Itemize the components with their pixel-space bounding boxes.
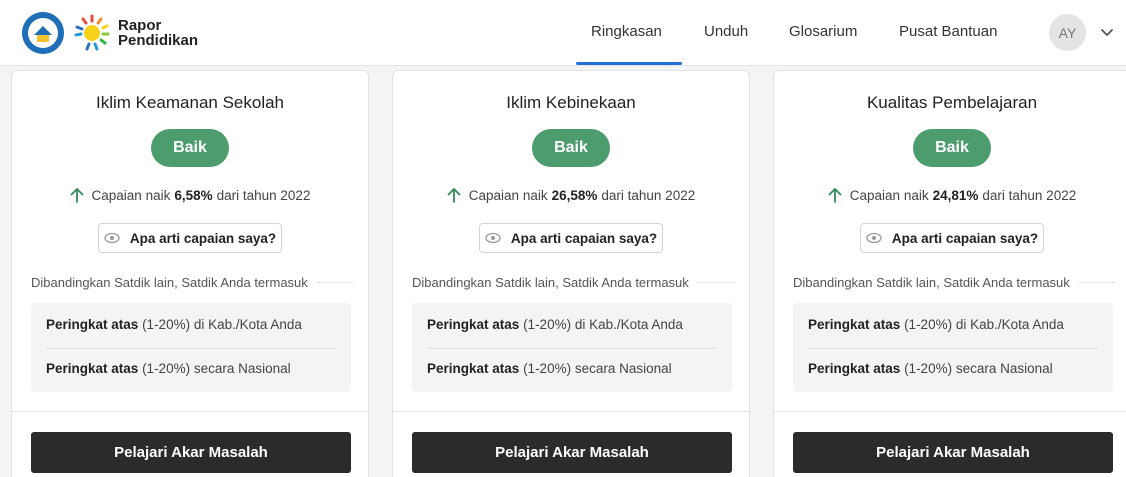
status-badge: Baik [532, 129, 610, 167]
divider [1077, 282, 1116, 283]
trend-line: Capaian naik 24,81% dari tahun 2022 [774, 187, 1126, 203]
brand-name: Rapor Pendidikan [118, 18, 198, 48]
metric-card-iklim-kebinekaan: Iklim Kebinekaan Baik Capaian naik 26,58… [392, 70, 750, 477]
avatar[interactable]: AY [1049, 14, 1086, 51]
trend-line: Capaian naik 6,58% dari tahun 2022 [12, 187, 368, 203]
eye-icon [866, 232, 882, 244]
status-badge: Baik [151, 129, 229, 167]
root-cause-button[interactable]: Pelajari Akar Masalah [412, 432, 732, 473]
arrow-up-icon [828, 188, 842, 203]
eye-icon [485, 232, 501, 244]
rank-regional: Peringkat atas (1-20%) di Kab./Kota Anda [808, 317, 1064, 332]
trend-suffix: dari tahun 2022 [216, 187, 311, 203]
comparison-label: Dibandingkan Satdik lain, Satdik Anda te… [793, 275, 1070, 290]
metric-card-kualitas-pembelajaran: Kualitas Pembelajaran Baik Capaian naik … [773, 70, 1126, 477]
rank-regional: Peringkat atas (1-20%) di Kab./Kota Anda [427, 317, 683, 332]
divider [393, 411, 749, 412]
divider [696, 282, 735, 283]
root-cause-button[interactable]: Pelajari Akar Masalah [31, 432, 351, 473]
sun-logo-icon [72, 13, 112, 53]
trend-prefix: Capaian naik [849, 187, 929, 203]
trend-value: 26,58% [551, 187, 598, 203]
ranking-box: Peringkat atas (1-20%) di Kab./Kota Anda… [793, 303, 1113, 392]
trend-value: 24,81% [932, 187, 979, 203]
info-button-label: Apa arti capaian saya? [891, 230, 1039, 246]
comparison-heading: Dibandingkan Satdik lain, Satdik Anda te… [793, 275, 1116, 290]
arrow-up-icon [70, 188, 83, 203]
divider [808, 348, 1098, 349]
rank-national-bold: Peringkat atas [427, 361, 520, 376]
eye-icon [104, 232, 120, 244]
rank-national-rest: (1-20%) secara Nasional [904, 361, 1053, 376]
divider [774, 411, 1126, 412]
active-tab-indicator [576, 62, 682, 65]
trend-line: Capaian naik 26,58% dari tahun 2022 [393, 187, 749, 203]
rank-national-rest: (1-20%) secara Nasional [523, 361, 672, 376]
card-title: Iklim Kebinekaan [506, 93, 636, 112]
rank-regional-rest: (1-20%) di Kab./Kota Anda [523, 317, 683, 332]
brand-line-2: Pendidikan [118, 32, 199, 49]
info-button-label: Apa arti capaian saya? [510, 230, 658, 246]
divider [46, 348, 336, 349]
comparison-heading: Dibandingkan Satdik lain, Satdik Anda te… [31, 275, 354, 290]
rank-regional-bold: Peringkat atas [427, 317, 520, 332]
info-button[interactable]: Apa arti capaian saya? [860, 223, 1044, 253]
divider [315, 282, 354, 283]
rank-national: Peringkat atas (1-20%) secara Nasional [46, 361, 291, 376]
rank-regional-bold: Peringkat atas [808, 317, 901, 332]
ministry-emblem-icon [22, 12, 64, 54]
root-cause-button[interactable]: Pelajari Akar Masalah [793, 432, 1113, 473]
tab-pusat-bantuan[interactable]: Pusat Bantuan [899, 23, 997, 40]
tab-glosarium[interactable]: Glosarium [789, 23, 857, 40]
rank-national-rest: (1-20%) secara Nasional [142, 361, 291, 376]
rank-national: Peringkat atas (1-20%) secara Nasional [808, 361, 1053, 376]
divider [427, 348, 717, 349]
comparison-heading: Dibandingkan Satdik lain, Satdik Anda te… [412, 275, 735, 290]
trend-prefix: Capaian naik [91, 187, 171, 203]
ranking-box: Peringkat atas (1-20%) di Kab./Kota Anda… [412, 303, 732, 392]
arrow-up-icon [447, 188, 461, 203]
card-title: Kualitas Pembelajaran [866, 93, 1038, 112]
rank-national-bold: Peringkat atas [808, 361, 901, 376]
brand-logo[interactable]: Rapor Pendidikan [22, 12, 198, 54]
trend-suffix: dari tahun 2022 [601, 187, 696, 203]
trend-value: 6,58% [174, 187, 213, 203]
rank-national-bold: Peringkat atas [46, 361, 139, 376]
brand-line-1: Rapor [118, 17, 162, 34]
rank-national: Peringkat atas (1-20%) secara Nasional [427, 361, 672, 376]
rank-regional-rest: (1-20%) di Kab./Kota Anda [904, 317, 1064, 332]
chevron-down-icon[interactable] [1099, 24, 1115, 40]
comparison-label: Dibandingkan Satdik lain, Satdik Anda te… [412, 275, 689, 290]
info-button[interactable]: Apa arti capaian saya? [98, 223, 282, 253]
rank-regional-bold: Peringkat atas [46, 317, 139, 332]
comparison-label: Dibandingkan Satdik lain, Satdik Anda te… [31, 275, 308, 290]
rank-regional: Peringkat atas (1-20%) di Kab./Kota Anda [46, 317, 302, 332]
tab-ringkasan[interactable]: Ringkasan [591, 23, 662, 40]
info-button-label: Apa arti capaian saya? [129, 230, 277, 246]
trend-suffix: dari tahun 2022 [982, 187, 1077, 203]
info-button[interactable]: Apa arti capaian saya? [479, 223, 663, 253]
card-title: Iklim Keamanan Sekolah [95, 93, 285, 112]
top-navbar: Rapor Pendidikan Ringkasan Unduh Glosari… [0, 0, 1126, 66]
ranking-box: Peringkat atas (1-20%) di Kab./Kota Anda… [31, 303, 351, 392]
metric-card-iklim-keamanan: Iklim Keamanan Sekolah Baik Capaian naik… [11, 70, 369, 477]
tab-unduh[interactable]: Unduh [704, 23, 748, 40]
divider [12, 411, 368, 412]
status-badge: Baik [913, 129, 991, 167]
trend-prefix: Capaian naik [468, 187, 548, 203]
rank-regional-rest: (1-20%) di Kab./Kota Anda [142, 317, 302, 332]
